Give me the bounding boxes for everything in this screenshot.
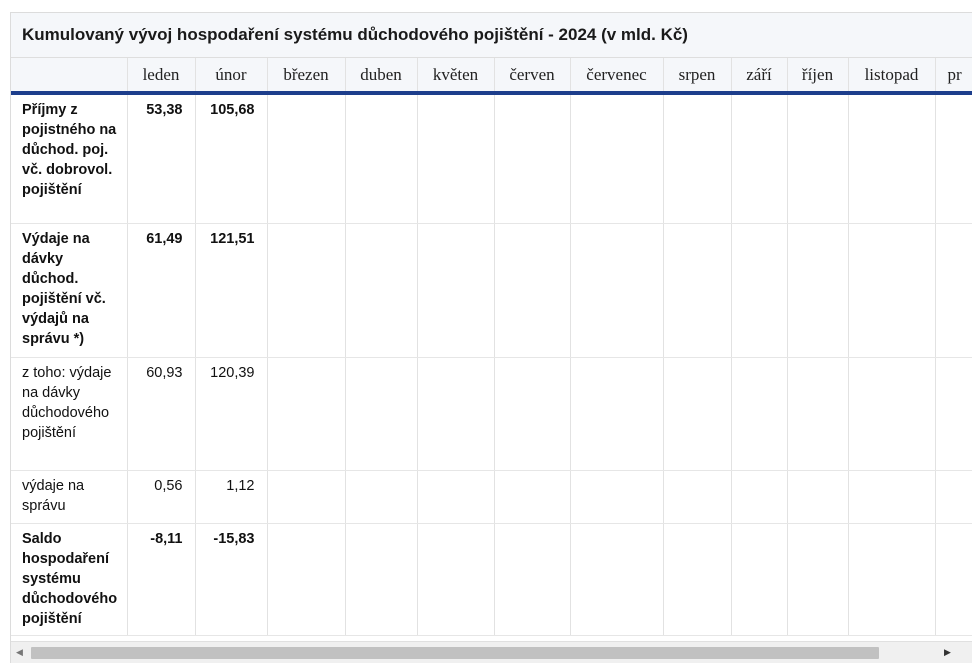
value-cell xyxy=(663,357,732,471)
table-row: Příjmy z pojistného na důchod. poj. vč. … xyxy=(11,93,972,224)
header-cell-cervenec: červenec xyxy=(570,58,664,95)
value-cell xyxy=(663,523,732,636)
data-table-widget: Kumulovaný vývoj hospodaření systému důc… xyxy=(10,12,972,663)
header-cell-kveten: květen xyxy=(417,58,495,95)
value-cell: 60,93 xyxy=(127,357,196,471)
table-caption: Kumulovaný vývoj hospodaření systému důc… xyxy=(11,13,972,58)
header-row: leden únor březen duben květen červen če… xyxy=(11,58,972,95)
table-row: Výdaje na dávky důchod. pojištění vč. vý… xyxy=(11,223,972,358)
value-cell xyxy=(345,523,418,636)
value-cell: 1,12 xyxy=(195,470,268,524)
value-cell xyxy=(417,523,495,636)
header-cell-listopad: listopad xyxy=(848,58,936,95)
row-label: z toho: výdaje na dávky důchodového poji… xyxy=(11,357,128,471)
value-cell xyxy=(494,223,571,358)
value-cell xyxy=(267,523,346,636)
value-cell: 105,68 xyxy=(195,93,268,224)
header-cell-cerven: červen xyxy=(494,58,571,95)
value-cell xyxy=(663,93,732,224)
value-cell xyxy=(935,223,972,358)
value-cell xyxy=(345,93,418,224)
value-cell: 53,38 xyxy=(127,93,196,224)
value-cell xyxy=(570,223,664,358)
value-cell xyxy=(570,93,664,224)
header-cell-srpen: srpen xyxy=(663,58,732,95)
value-cell xyxy=(267,357,346,471)
value-cell xyxy=(417,93,495,224)
value-cell xyxy=(787,470,849,524)
value-cell: 0,56 xyxy=(127,470,196,524)
value-cell xyxy=(787,357,849,471)
value-cell: 61,49 xyxy=(127,223,196,358)
table-title: Kumulovaný vývoj hospodaření systému důc… xyxy=(22,25,688,44)
row-label: výdaje na správu xyxy=(11,470,128,524)
value-cell xyxy=(663,223,732,358)
value-cell xyxy=(935,93,972,224)
value-cell xyxy=(494,357,571,471)
value-cell xyxy=(935,357,972,471)
header-cell-rijen: říjen xyxy=(787,58,849,95)
value-cell xyxy=(935,523,972,636)
value-cell xyxy=(848,470,936,524)
value-cell xyxy=(731,523,788,636)
value-cell: 120,39 xyxy=(195,357,268,471)
scroll-left-arrow-icon[interactable]: ◀ xyxy=(11,642,28,663)
table-row: výdaje na správu 0,56 1,12 xyxy=(11,470,972,524)
value-cell xyxy=(267,470,346,524)
value-cell xyxy=(267,223,346,358)
value-cell xyxy=(848,223,936,358)
table-row: z toho: výdaje na dávky důchodového poji… xyxy=(11,357,972,471)
value-cell: -15,83 xyxy=(195,523,268,636)
value-cell xyxy=(570,470,664,524)
value-cell xyxy=(848,523,936,636)
value-cell xyxy=(848,357,936,471)
value-cell xyxy=(345,470,418,524)
value-cell xyxy=(663,470,732,524)
table-row: Saldo hospodaření systému důchodového po… xyxy=(11,523,972,636)
value-cell xyxy=(417,470,495,524)
header-cell-leden: leden xyxy=(127,58,196,95)
header-cell-prosinec-partial: pr xyxy=(935,58,972,95)
row-label: Saldo hospodaření systému důchodového po… xyxy=(11,523,128,636)
value-cell xyxy=(267,93,346,224)
value-cell xyxy=(787,93,849,224)
scrollbar-thumb[interactable] xyxy=(31,647,879,659)
scroll-right-arrow-icon[interactable]: ▶ xyxy=(939,642,956,663)
header-cell-brezen: březen xyxy=(267,58,346,95)
row-label: Výdaje na dávky důchod. pojištění vč. vý… xyxy=(11,223,128,358)
table-scroll-area[interactable]: leden únor březen duben květen červen če… xyxy=(11,58,972,641)
value-cell xyxy=(731,223,788,358)
value-cell xyxy=(494,93,571,224)
value-cell xyxy=(417,223,495,358)
value-cell: -8,11 xyxy=(127,523,196,636)
header-cell-duben: duben xyxy=(345,58,418,95)
value-cell xyxy=(935,470,972,524)
value-cell xyxy=(731,93,788,224)
value-cell xyxy=(494,470,571,524)
pension-table: leden únor březen duben květen červen če… xyxy=(11,58,972,636)
header-cell-unor: únor xyxy=(195,58,268,95)
value-cell xyxy=(787,223,849,358)
header-cell-empty xyxy=(11,58,128,95)
value-cell xyxy=(848,93,936,224)
value-cell xyxy=(787,523,849,636)
value-cell xyxy=(731,470,788,524)
header-cell-zari: září xyxy=(731,58,788,95)
horizontal-scrollbar[interactable]: ◀ ▶ xyxy=(11,641,972,663)
value-cell: 121,51 xyxy=(195,223,268,358)
value-cell xyxy=(570,357,664,471)
value-cell xyxy=(417,357,495,471)
value-cell xyxy=(345,223,418,358)
value-cell xyxy=(494,523,571,636)
value-cell xyxy=(731,357,788,471)
table-body: Příjmy z pojistného na důchod. poj. vč. … xyxy=(11,93,972,636)
value-cell xyxy=(570,523,664,636)
value-cell xyxy=(345,357,418,471)
row-label: Příjmy z pojistného na důchod. poj. vč. … xyxy=(11,93,128,224)
